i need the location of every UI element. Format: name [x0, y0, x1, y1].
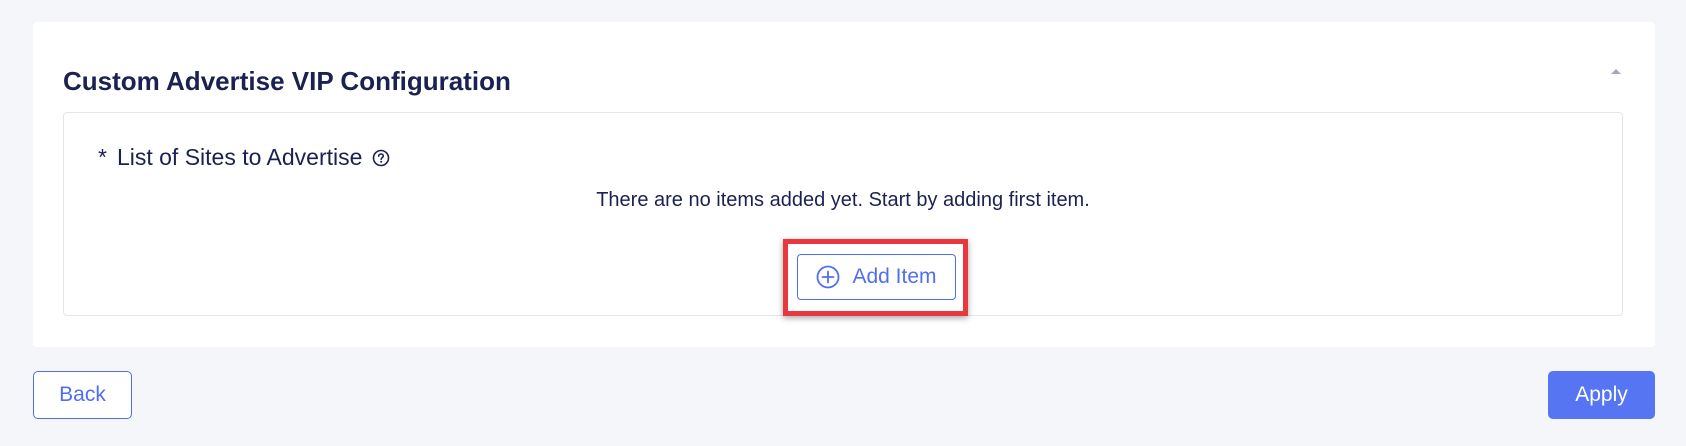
apply-button[interactable]: Apply [1548, 371, 1655, 419]
sites-list-panel: * List of Sites to Advertise There are n… [63, 112, 1623, 316]
back-button[interactable]: Back [33, 371, 132, 419]
add-item-label: Add Item [852, 265, 937, 288]
section-title: Custom Advertise VIP Configuration [63, 66, 511, 96]
required-marker: * [98, 144, 107, 170]
plus-circle-icon [816, 265, 840, 289]
add-item-highlight: Add Item [783, 239, 968, 316]
empty-state-message: There are no items added yet. Start by a… [596, 189, 1090, 211]
add-item-button[interactable]: Add Item [797, 254, 956, 300]
config-card: Custom Advertise VIP Configuration * Lis… [33, 22, 1655, 347]
question-circle-icon[interactable] [371, 148, 391, 168]
chevron-up-icon[interactable] [1606, 61, 1626, 81]
field-label: * List of Sites to Advertise [98, 144, 391, 171]
field-label-text: List of Sites to Advertise [116, 144, 363, 170]
